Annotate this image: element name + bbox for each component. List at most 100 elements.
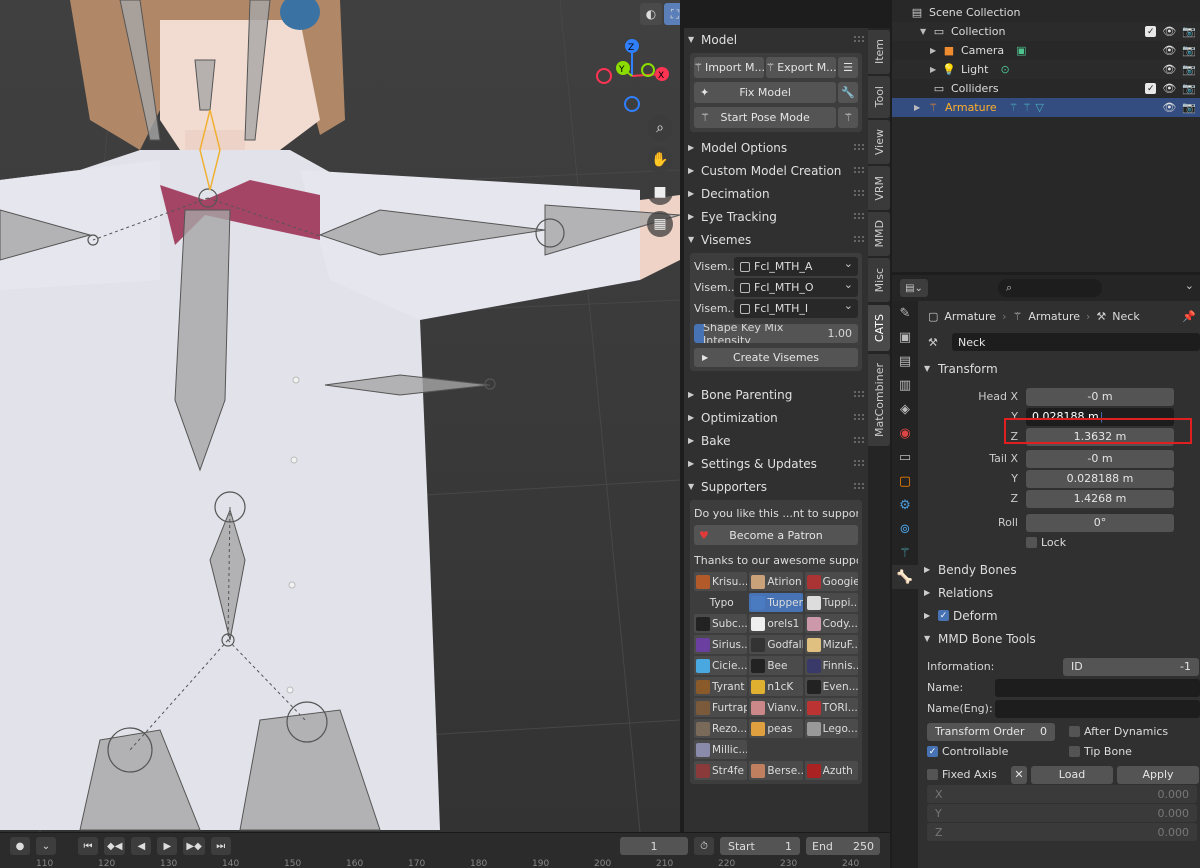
supporter-item[interactable]: Cicie... [694,656,748,675]
clear-axis-icon[interactable]: ✕ [1011,765,1027,784]
render-camera-icon[interactable]: 📷 [1182,82,1196,95]
viseme-o-dropdown[interactable]: Fcl_MTH_O [734,278,858,297]
outliner-row-camera[interactable]: ▶ ■ Camera ▣ 👁 📷 [892,41,1200,60]
bone-name-field[interactable]: Neck [952,333,1200,351]
modifier-tab-icon[interactable]: ⚙ [892,493,918,517]
render-camera-icon[interactable]: 📷 [1182,63,1196,76]
load-axis-button[interactable]: Load [1031,765,1113,784]
supporter-item[interactable]: Even... [804,677,858,696]
supporter-item[interactable]: Berse... [749,761,803,780]
drag-grip-icon[interactable] [854,36,864,42]
outliner-row-collection[interactable]: ▼ ▭ Collection ✓ 👁 📷 [892,22,1200,41]
drag-grip-icon[interactable] [854,437,864,443]
next-keyframe-icon[interactable]: ▶◆ [183,837,205,855]
render-camera-icon[interactable]: 📷 [1182,25,1196,38]
drag-grip-icon[interactable] [854,167,864,173]
tab-item[interactable]: Item [868,30,890,74]
shape-key-mix-intensity-slider[interactable]: Shape Key Mix Intensity 1.00 [694,324,858,343]
section-header-settings-updates[interactable]: ▶ Settings & Updates [684,452,868,475]
supporter-item[interactable]: orels1 [749,614,803,633]
supporter-item[interactable]: Millic... [694,740,748,759]
expand-arrow-icon[interactable]: ▶ [914,103,926,112]
exclude-checkbox[interactable]: ✓ [1145,26,1157,37]
supporter-item[interactable]: Furtrap [694,698,748,717]
lock-checkbox[interactable]: Lock [1026,536,1066,549]
end-frame-field[interactable]: End 250 [806,837,880,855]
import-model-button[interactable]: ⚚ Import M... [694,57,764,78]
supporter-item[interactable]: Rezo... [694,719,748,738]
drag-grip-icon[interactable] [854,213,864,219]
output-tab-icon[interactable]: ▤ [892,349,918,373]
viseme-a-dropdown[interactable]: Fcl_MTH_A [734,257,858,276]
relations-section-header[interactable]: ▶ Relations [918,583,1200,602]
fixed-axis-z-field[interactable]: Z 0.000 [927,823,1197,841]
jump-start-icon[interactable]: ⏮ [78,837,98,855]
tab-tool[interactable]: Tool [868,76,890,118]
supporter-item[interactable]: Godfall [749,635,803,654]
drag-grip-icon[interactable] [854,414,864,420]
create-visemes-button[interactable]: ▶ Create Visemes [694,348,858,367]
options-dropdown-icon[interactable]: ⌄ [1185,279,1194,292]
zoom-icon[interactable]: ⌕ [647,115,673,141]
bendy-bones-section-header[interactable]: ▶ Bendy Bones [918,560,1200,579]
transform-order-field[interactable]: Transform Order 0 [927,722,1055,741]
supporter-item[interactable]: Bee [749,656,803,675]
outliner-row-scene-collection[interactable]: ▤ Scene Collection [892,3,1200,22]
supporter-item[interactable]: Azuth [804,761,858,780]
object-data-icon[interactable]: ⚚ ⚚ ▽ [1009,101,1044,114]
tab-matcombiner[interactable]: MatCombiner [868,354,890,446]
tail-x-field[interactable]: -0 m [1026,449,1174,468]
tab-mmd[interactable]: MMD [868,212,890,256]
outliner[interactable]: ▤ Scene Collection ▼ ▭ Collection ✓ 👁 📷 ▶ ■ Camera… [892,0,1200,272]
exclude-checkbox[interactable]: ✓ [1145,83,1157,94]
editor-type-icon[interactable]: ▤⌄ [900,279,928,297]
supporter-item[interactable]: Tyrant [694,677,748,696]
collapsed-arrow-icon[interactable]: ▶ [930,65,942,74]
supporter-item[interactable]: Typo [694,593,748,612]
3d-viewport[interactable]: ◐ ⛶ ◉ ▣ Z X Y ⌕ ✋ ■ ▦ [0,0,680,832]
supporter-item[interactable]: TORI... [804,698,858,717]
model-section-header[interactable]: ▼ Model [684,28,868,51]
drag-grip-icon[interactable] [854,190,864,196]
eye-icon[interactable]: 👁 [1162,63,1176,76]
current-frame-field[interactable]: 1 [620,837,688,855]
render-camera-icon[interactable]: 📷 [1182,44,1196,57]
fixed-axis-checkbox[interactable]: Fixed Axis [927,768,1007,781]
wrench-icon[interactable]: 🔧 [838,82,858,103]
properties-search-input[interactable]: ⌕ [998,279,1102,297]
supporter-item[interactable]: n1cK [749,677,803,696]
view-icon[interactable]: ◐ [640,3,662,25]
collapsed-arrow-icon[interactable]: ▶ [930,46,942,55]
eye-icon[interactable]: 👁 [1162,82,1176,95]
bone-tab-icon[interactable]: 🦴 [892,565,918,589]
play-icon[interactable]: ▶ [157,837,178,855]
camera-icon[interactable]: ■ [647,179,673,205]
menu-icon[interactable]: ☰ [838,57,858,78]
armature-data-tab-icon[interactable]: ⚚ [892,541,918,565]
supporter-item[interactable]: MizuF... [804,635,858,654]
pan-icon[interactable]: ✋ [647,147,673,173]
navigation-gizmo[interactable]: Z X Y [592,36,676,114]
supporter-item[interactable]: Lego... [804,719,858,738]
tail-z-field[interactable]: 1.4268 m [1026,489,1174,508]
section-header-model-options[interactable]: ▶ Model Options [684,136,868,159]
section-header-optimization[interactable]: ▶ Optimization [684,406,868,429]
supporter-item[interactable]: Cody... [804,614,858,633]
supporter-item[interactable]: Finnis... [804,656,858,675]
mmd-name-input[interactable] [995,678,1200,697]
play-reverse-icon[interactable]: ◀ [131,837,152,855]
outliner-row-armature[interactable]: ▶ ⚚ Armature ⚚ ⚚ ▽ 👁 📷 [892,98,1200,117]
deform-checkbox[interactable]: ✓ [938,610,949,621]
render-tab-icon[interactable]: ▣ [892,325,918,349]
supporters-section-header[interactable]: ▼ Supporters [684,475,868,498]
outliner-row-colliders[interactable]: ▭ Colliders ✓ 👁 📷 [892,79,1200,98]
supporter-item[interactable]: Sirius... [694,635,748,654]
object-tab-icon[interactable]: ▢ [892,469,918,493]
section-header-custom-model-creation[interactable]: ▶ Custom Model Creation [684,159,868,182]
object-data-icon[interactable]: ▣ [1016,44,1026,57]
record-icon[interactable]: ● [10,837,30,855]
eye-icon[interactable]: 👁 [1162,44,1176,57]
physics-tab-icon[interactable]: ⊚ [892,517,918,541]
section-header-bake[interactable]: ▶ Bake [684,429,868,452]
section-header-bone-parenting[interactable]: ▶ Bone Parenting [684,383,868,406]
